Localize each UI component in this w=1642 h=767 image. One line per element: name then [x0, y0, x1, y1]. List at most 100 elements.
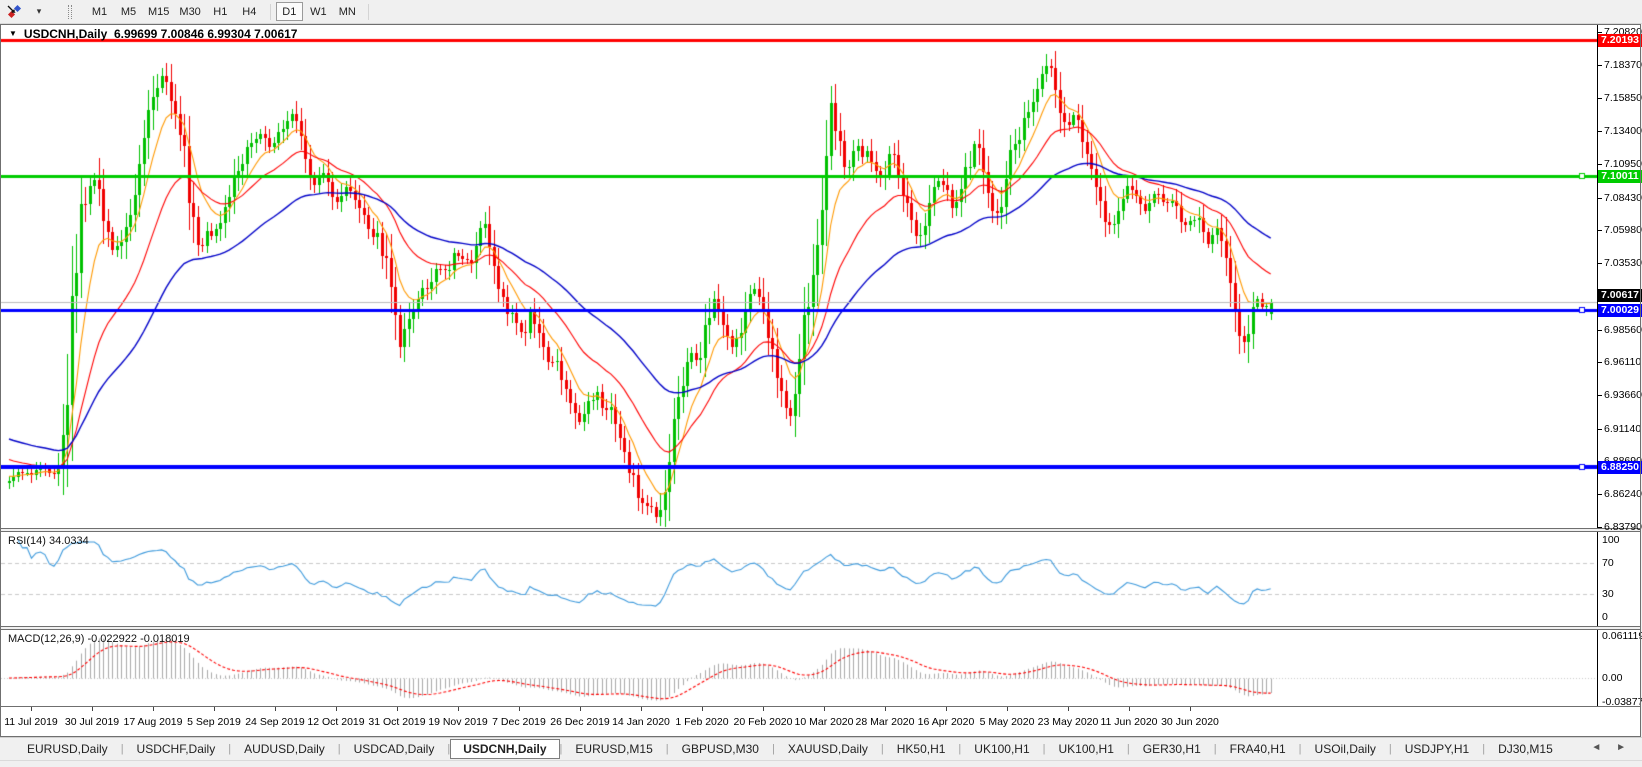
- date-tick: [458, 707, 459, 711]
- tab-ger30-h1[interactable]: GER30,H1: [1130, 740, 1214, 758]
- timeframe-button-w1[interactable]: W1: [305, 2, 332, 21]
- date-tick: [92, 707, 93, 711]
- chevron-down-icon[interactable]: ▾: [32, 6, 46, 17]
- macd-axis-label: 0.061119: [1602, 630, 1642, 642]
- toolbar-grip-handle[interactable]: [68, 5, 72, 19]
- date-label: 1 Feb 2020: [675, 716, 728, 728]
- status-bar: [0, 760, 1642, 767]
- tab-fra40-h1[interactable]: FRA40,H1: [1217, 740, 1299, 758]
- date-tick: [1068, 707, 1069, 711]
- timeframe-button-m1[interactable]: M1: [86, 2, 113, 21]
- price-tick: 6.83790: [1604, 521, 1642, 533]
- tab-usdchf-daily[interactable]: USDCHF,Daily: [124, 740, 229, 758]
- date-label: 23 May 2020: [1038, 716, 1099, 728]
- date-label: 31 Oct 2019: [368, 716, 425, 728]
- date-label: 30 Jul 2019: [65, 716, 119, 728]
- date-tick: [946, 707, 947, 711]
- tab-audusd-daily[interactable]: AUDUSD,Daily: [231, 740, 338, 758]
- date-label: 19 Nov 2019: [428, 716, 488, 728]
- price-line-label: 7.10011: [1598, 170, 1642, 183]
- date-label: 5 Sep 2019: [187, 716, 241, 728]
- price-tick: 7.13400: [1604, 125, 1642, 137]
- date-tick: [824, 707, 825, 711]
- date-tick: [275, 707, 276, 711]
- date-label: 24 Sep 2019: [245, 716, 305, 728]
- price-tick: 7.05980: [1604, 224, 1642, 236]
- price-tick: 6.96110: [1604, 356, 1641, 368]
- tab-usdjpy-h1[interactable]: USDJPY,H1: [1392, 740, 1482, 758]
- periods-toolbar: ▾ M1M5M15M30H1H4 D1W1MN: [0, 0, 1642, 24]
- price-axis-border: [1597, 25, 1598, 706]
- time-axis[interactable]: 11 Jul 201930 Jul 201917 Aug 20195 Sep 2…: [1, 706, 1641, 737]
- date-label: 7 Dec 2019: [492, 716, 546, 728]
- chart-periods-icon[interactable]: [4, 3, 24, 21]
- price-tick: 7.03530: [1604, 257, 1642, 269]
- tab-dj30-m15[interactable]: DJ30,M15: [1485, 740, 1566, 758]
- price-tick: 6.98560: [1604, 324, 1642, 336]
- timeframe-button-h4[interactable]: H4: [236, 2, 263, 21]
- toolbar-separator: [368, 4, 369, 20]
- tab-eurusd-m15[interactable]: EURUSD,M15: [562, 740, 665, 758]
- tab-usoil-daily[interactable]: USOil,Daily: [1302, 740, 1389, 758]
- chart-menu-icon[interactable]: ▼: [9, 29, 17, 38]
- date-label: 26 Dec 2019: [550, 716, 610, 728]
- main-chart-canvas[interactable]: [1, 25, 1597, 528]
- date-label: 20 Feb 2020: [734, 716, 793, 728]
- date-tick: [336, 707, 337, 711]
- price-tick: 6.91140: [1604, 423, 1641, 435]
- chart-symbol-period: USDCNH,Daily: [24, 27, 107, 41]
- price-line-label: 7.20193: [1598, 34, 1642, 47]
- timeframe-button-m15[interactable]: M15: [144, 2, 173, 21]
- timeframe-button-m5[interactable]: M5: [115, 2, 142, 21]
- date-label: 12 Oct 2019: [307, 716, 364, 728]
- chart-title: ▼ USDCNH,Daily 6.99699 7.00846 6.99304 7.…: [9, 27, 297, 41]
- date-tick: [397, 707, 398, 711]
- tab-gbpusd-m30[interactable]: GBPUSD,M30: [669, 740, 772, 758]
- macd-panel-canvas[interactable]: [1, 630, 1597, 706]
- date-label: 30 Jun 2020: [1161, 716, 1219, 728]
- rsi-axis-label: 30: [1602, 588, 1614, 600]
- tab-usdcad-daily[interactable]: USDCAD,Daily: [341, 740, 448, 758]
- date-tick: [519, 707, 520, 711]
- date-label: 17 Aug 2019: [124, 716, 183, 728]
- panel-splitter-rsi[interactable]: [1, 528, 1641, 532]
- timeframe-button-mn[interactable]: MN: [334, 2, 361, 21]
- chart-tab-bar: EURUSD,Daily|USDCHF,Daily|AUDUSD,Daily|U…: [0, 737, 1642, 760]
- macd-axis-label: 0.00: [1602, 672, 1622, 684]
- price-tick: 6.86240: [1604, 488, 1642, 500]
- panel-splitter-macd[interactable]: [1, 626, 1641, 630]
- date-tick: [1129, 707, 1130, 711]
- macd-indicator-label: MACD(12,26,9) -0.022922 -0.018019: [8, 633, 190, 645]
- date-tick: [641, 707, 642, 711]
- tab-uk100-h1[interactable]: UK100,H1: [961, 740, 1042, 758]
- date-label: 11 Jun 2020: [1100, 716, 1157, 728]
- timeframe-button-m30[interactable]: M30: [175, 2, 204, 21]
- date-label: 16 Apr 2020: [918, 716, 975, 728]
- rsi-axis-label: 70: [1602, 557, 1614, 569]
- date-tick: [214, 707, 215, 711]
- toolbar-separator: [270, 4, 271, 20]
- timeframe-buttons: M1M5M15M30H1H4 D1W1MN: [86, 2, 374, 21]
- date-label: 14 Jan 2020: [612, 716, 670, 728]
- tab-usdcnh-daily[interactable]: USDCNH,Daily: [450, 739, 559, 759]
- chart-ohlc-values: 6.99699 7.00846 6.99304 7.00617: [114, 27, 298, 41]
- date-label: 5 May 2020: [980, 716, 1035, 728]
- timeframe-button-h1[interactable]: H1: [207, 2, 234, 21]
- date-label: 10 Mar 2020: [795, 716, 854, 728]
- price-tick: 7.15850: [1604, 92, 1642, 104]
- tab-scroll-arrows[interactable]: ◄ ►: [1591, 742, 1632, 753]
- price-tick: 6.93660: [1604, 389, 1642, 401]
- tab-eurusd-daily[interactable]: EURUSD,Daily: [14, 740, 121, 758]
- price-tick: 7.10950: [1604, 158, 1642, 170]
- rsi-axis-label: 100: [1602, 534, 1620, 546]
- timeframe-button-d1[interactable]: D1: [276, 2, 303, 21]
- tab-xauusd-daily[interactable]: XAUUSD,Daily: [775, 740, 881, 758]
- date-tick: [885, 707, 886, 711]
- date-tick: [31, 707, 32, 711]
- rsi-panel-canvas[interactable]: [1, 532, 1597, 626]
- tab-hk50-h1[interactable]: HK50,H1: [884, 740, 959, 758]
- price-line-label: 7.00029: [1598, 304, 1642, 317]
- date-tick: [1007, 707, 1008, 711]
- tab-uk100-h1[interactable]: UK100,H1: [1046, 740, 1127, 758]
- date-tick: [153, 707, 154, 711]
